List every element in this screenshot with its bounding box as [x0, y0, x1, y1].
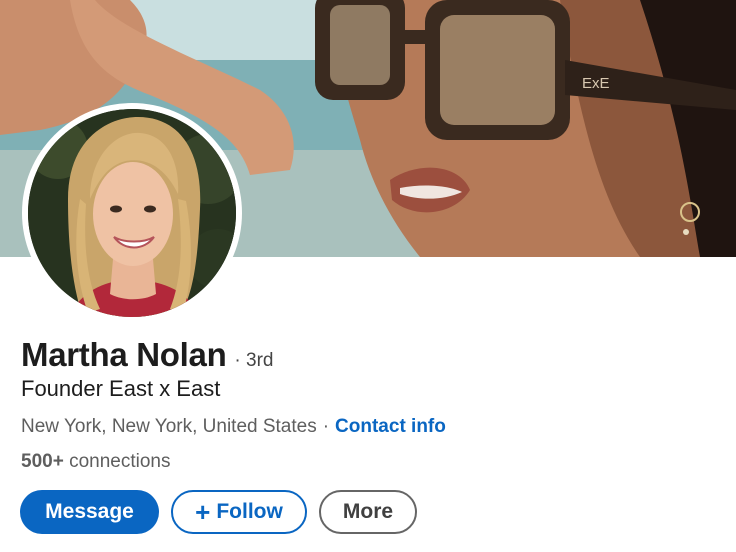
plus-icon: +	[195, 497, 211, 527]
more-button[interactable]: More	[319, 490, 417, 534]
follow-label: Follow	[216, 500, 283, 523]
follow-button[interactable]: + Follow	[171, 490, 307, 534]
profile-location: New York, New York, United States	[21, 416, 317, 437]
connections-count[interactable]: 500+ connections	[21, 451, 170, 473]
profile-actions: Message + Follow More	[20, 490, 417, 534]
connection-degree: · 3rd	[234, 350, 274, 371]
profile-name: Martha Nolan	[21, 336, 227, 373]
name-row: Martha Nolan · 3rd	[21, 336, 274, 374]
profile-headline: Founder East x East	[21, 376, 221, 401]
profile-card: ExE Martha Nolan · 3rd Founder East x Ea…	[0, 0, 736, 552]
connections-number: 500+	[21, 451, 64, 472]
separator-dot: ·	[322, 416, 330, 437]
avatar[interactable]	[28, 109, 236, 317]
message-button[interactable]: Message	[20, 490, 159, 534]
frame-logo-text: ExE	[582, 75, 610, 92]
connections-label: connections	[69, 451, 171, 472]
location-row: New York, New York, United States · Contac…	[21, 416, 446, 438]
contact-info-link[interactable]: Contact info	[335, 416, 446, 437]
profile-photo[interactable]	[22, 103, 242, 323]
